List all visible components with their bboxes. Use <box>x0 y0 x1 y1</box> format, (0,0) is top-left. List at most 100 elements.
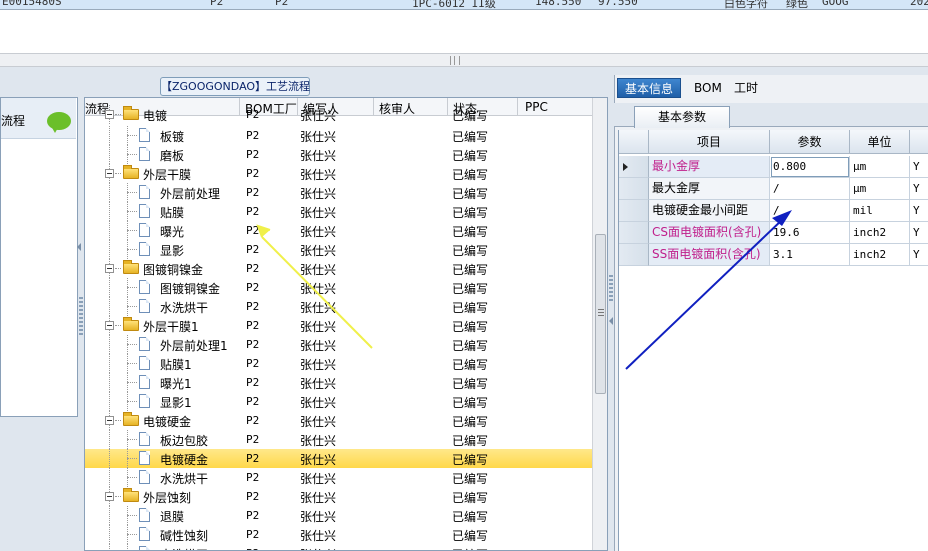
flag-cell: Y <box>910 222 928 244</box>
writer-cell: 张仕兴 <box>300 546 336 550</box>
flag-cell: Y <box>910 244 928 266</box>
tab-basic-params[interactable]: 基本参数 <box>634 106 730 128</box>
tree-node-label: 水洗烘干 <box>160 301 209 315</box>
document-icon <box>139 242 150 256</box>
state-cell: 已编写 <box>452 453 489 467</box>
collapse-toggle-icon[interactable] <box>105 110 114 119</box>
tree-scrollbar[interactable] <box>592 98 607 550</box>
tree-row[interactable]: 曝光1 P2 张仕兴 已编写 <box>85 373 592 392</box>
collapse-toggle-icon[interactable] <box>105 264 114 273</box>
writer-cell: 张仕兴 <box>300 168 337 182</box>
writer-cell: 张仕兴 <box>300 491 337 505</box>
grid-row[interactable]: 最小金厚 0.800 μm Y <box>619 156 928 178</box>
collapse-toggle-icon[interactable] <box>105 492 114 501</box>
grid-row[interactable]: 电镀硬金最小间距 / mil Y <box>619 200 928 222</box>
grid-row[interactable]: 最大金厚 / μm Y <box>619 178 928 200</box>
col-unit[interactable]: 单位 <box>850 130 910 154</box>
tree-row[interactable]: 板镀 P2 张仕兴 已编写 <box>85 126 592 145</box>
tree-row[interactable]: 外层蚀刻 P2 张仕兴 已编写 <box>85 487 592 506</box>
horizontal-splitter[interactable] <box>0 53 928 67</box>
tree-row[interactable]: 板边包胶 P2 张仕兴 已编写 <box>85 430 592 449</box>
document-icon <box>139 527 150 541</box>
state-cell: 已编写 <box>452 282 489 296</box>
row-indicator[interactable] <box>619 178 649 200</box>
tree-row[interactable]: 外层前处理1 P2 张仕兴 已编写 <box>85 335 592 354</box>
writer-cell: 张仕兴 <box>300 206 337 220</box>
bom-factory-cell: P2 <box>246 471 260 484</box>
tab-hours[interactable]: 工时 <box>727 78 765 98</box>
tree-row[interactable]: 显影 P2 张仕兴 已编写 <box>85 240 592 259</box>
tab-bom[interactable]: BOM <box>687 78 729 98</box>
tree-node-label: 图镀铜镍金 <box>143 263 204 277</box>
grid-row[interactable]: CS面电镀面积(含孔) 19.6 inch2 Y <box>619 222 928 244</box>
tree-row[interactable]: 电镀 P2 张仕兴 已编写 <box>85 105 592 124</box>
process-flow-tab[interactable]: 【ZGOOGONDAO】工艺流程 <box>160 77 310 96</box>
tab-basic-info[interactable]: 基本信息 <box>617 78 682 98</box>
side-panel-header[interactable]: 流程 <box>1 98 76 139</box>
tree-row[interactable]: 贴膜 P2 张仕兴 已编写 <box>85 202 592 221</box>
document-icon <box>139 185 150 199</box>
tree-row[interactable]: 外层前处理 P2 张仕兴 已编写 <box>85 183 592 202</box>
tree-row[interactable]: 退膜 P2 张仕兴 已编写 <box>85 506 592 525</box>
tree-node-label: 磨板 <box>160 149 185 163</box>
tree-row[interactable]: 水洗烘干 P2 张仕兴 已编写 <box>85 297 592 316</box>
grid-row[interactable]: SS面电镀面积(含孔) 3.1 inch2 Y <box>619 244 928 266</box>
tree-row[interactable]: 水洗烘干 P2 张仕兴 已编写 <box>85 468 592 487</box>
col-value[interactable]: 参数 <box>770 130 850 154</box>
top-cell: 97.550 <box>598 0 638 8</box>
col-flag[interactable] <box>910 130 928 154</box>
tree-row[interactable]: 水洗烘干 P2 张仕兴 已编写 <box>85 544 592 550</box>
collapse-toggle-icon[interactable] <box>105 416 114 425</box>
collapse-toggle-icon[interactable] <box>105 321 114 330</box>
tree-row[interactable]: 贴膜1 P2 张仕兴 已编写 <box>85 354 592 373</box>
state-cell: 已编写 <box>452 187 489 201</box>
state-cell: 已编写 <box>452 434 489 448</box>
bom-factory-cell: P2 <box>246 262 260 275</box>
top-grid-row[interactable]: E0015480S P2 P2 1PC-6012 II级 148.550 97.… <box>0 0 928 10</box>
row-indicator[interactable] <box>619 156 649 178</box>
collapse-arrow-icon[interactable] <box>609 317 613 325</box>
value-cell[interactable]: 3.1 <box>770 244 850 266</box>
col-item[interactable]: 项目 <box>649 130 770 154</box>
item-cell: 最小金厚 <box>649 156 770 178</box>
tree-row[interactable]: 图镀铜镍金 P2 张仕兴 已编写 <box>85 278 592 297</box>
tree-node-label: 板边包胶 <box>160 434 209 448</box>
tree-row[interactable]: 电镀硬金 P2 张仕兴 已编写 <box>85 411 592 430</box>
tree-row[interactable]: 外层干膜1 P2 张仕兴 已编写 <box>85 316 592 335</box>
tree-row[interactable]: 曝光 P2 张仕兴 已编写 <box>85 221 592 240</box>
writer-cell: 张仕兴 <box>300 149 337 163</box>
writer-cell: 张仕兴 <box>300 377 337 391</box>
top-cell: 绿色 <box>786 0 808 10</box>
tree-row[interactable]: 碱性蚀刻 P2 张仕兴 已编写 <box>85 525 592 544</box>
chat-bubble-icon[interactable] <box>47 112 71 133</box>
writer-cell: 张仕兴 <box>300 263 337 277</box>
tree-row[interactable]: 外层干膜 P2 张仕兴 已编写 <box>85 164 592 183</box>
tree-row[interactable]: 磨板 P2 张仕兴 已编写 <box>85 145 592 164</box>
scroll-thumb[interactable] <box>595 234 606 394</box>
value-cell[interactable]: 19.6 <box>770 222 850 244</box>
tree-node-label: 板镀 <box>160 130 185 144</box>
collapse-arrow-icon[interactable] <box>77 243 81 251</box>
tree-row[interactable]: 图镀铜镍金 P2 张仕兴 已编写 <box>85 259 592 278</box>
bom-factory-cell: P2 <box>246 186 260 199</box>
params-grid[interactable]: 项目 参数 单位 最小金厚 0.800 μm Y 最大金厚 / μm Y 电镀硬金最小间距 / mi… <box>618 130 928 551</box>
process-tree-list[interactable]: 流程 BOM工厂 编写人 核审人 状态 PPC 电镀 P2 张仕兴 已编写 板镀 P2 张仕… <box>84 97 608 551</box>
row-indicator[interactable] <box>619 222 649 244</box>
bom-factory-cell: P2 <box>246 319 260 332</box>
tree-node-label: 电镀硬金 <box>143 415 192 429</box>
tree-row[interactable]: 电镀硬金 P2 张仕兴 已编写 <box>85 449 592 468</box>
tree-row[interactable]: 显影1 P2 张仕兴 已编写 <box>85 392 592 411</box>
collapse-toggle-icon[interactable] <box>105 169 114 178</box>
flag-cell: Y <box>910 156 928 178</box>
item-cell: CS面电镀面积(含孔) <box>649 222 770 244</box>
unit-cell: inch2 <box>850 222 910 244</box>
tree-node-label: 水洗烘干 <box>160 472 209 486</box>
side-panel-title: 流程 <box>1 114 26 128</box>
flag-cell: Y <box>910 200 928 222</box>
bom-factory-cell: P2 <box>246 148 260 161</box>
value-cell[interactable]: / <box>770 200 850 222</box>
row-indicator[interactable] <box>619 200 649 222</box>
value-cell[interactable]: 0.800 <box>770 156 850 178</box>
row-indicator[interactable] <box>619 244 649 266</box>
value-cell[interactable]: / <box>770 178 850 200</box>
